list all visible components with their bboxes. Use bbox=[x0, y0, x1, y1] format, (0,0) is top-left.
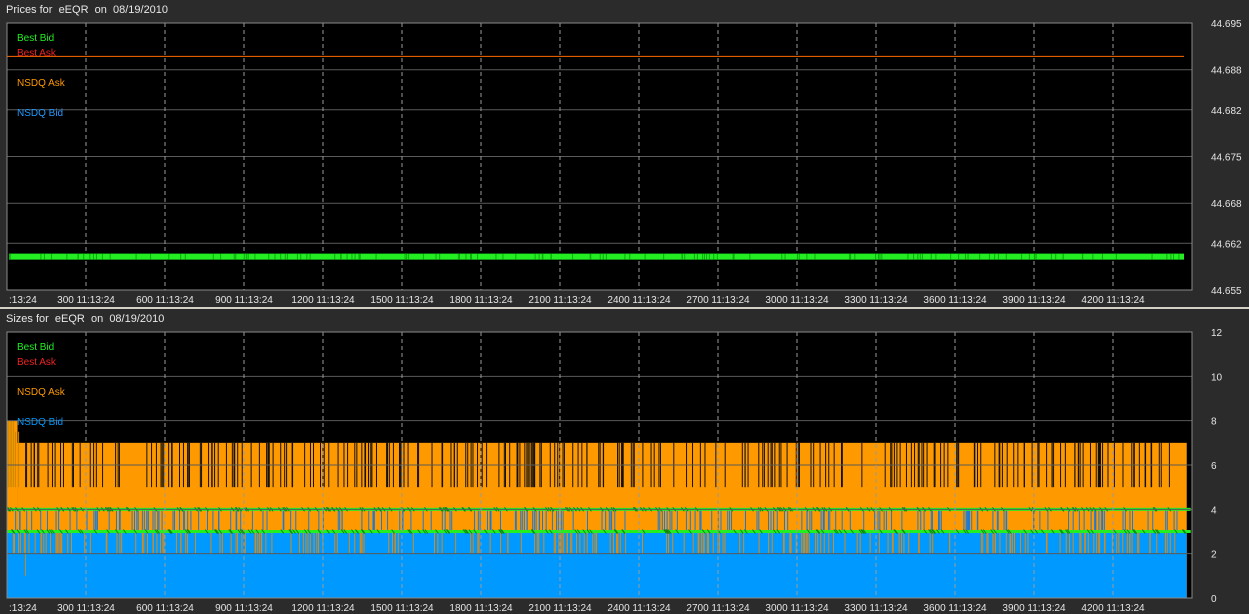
sizes-x-tick-label: 1200 11:13:24 bbox=[291, 603, 355, 614]
sizes-x-tick-label: 900 11:13:24 bbox=[215, 603, 273, 614]
prices-legend-best-ask: Best Ask bbox=[17, 48, 57, 59]
prices-y-tick-label: 44.662 bbox=[1211, 239, 1242, 250]
sizes-x-tick-label: 4200 11:13:24 bbox=[1081, 603, 1145, 614]
prices-x-tick-label: 300 11:13:24 bbox=[57, 295, 115, 306]
sizes-y-tick-label: 2 bbox=[1211, 550, 1217, 561]
sizes-y-tick-label: 6 bbox=[1211, 461, 1217, 472]
sizes-chart-panel: Sizes for eEQR on 08/19/2010 12 10 8 6 4 2 0:1… bbox=[0, 309, 1249, 614]
prices-y-tick-label: 44.655 bbox=[1211, 286, 1242, 297]
sizes-x-tick-label: :13:24 bbox=[9, 603, 37, 614]
prices-x-tick-label: 4200 11:13:24 bbox=[1081, 295, 1145, 306]
sizes-legend-best-bid: Best Bid bbox=[17, 342, 54, 353]
prices-x-tick-label: 2400 11:13:24 bbox=[607, 295, 671, 306]
sizes-legend-best-ask: Best Ask bbox=[17, 357, 57, 368]
prices-x-tick-label: 3000 11:13:24 bbox=[765, 295, 829, 306]
prices-y-tick-label: 44.695 bbox=[1211, 19, 1242, 30]
prices-x-tick-label: 3900 11:13:24 bbox=[1002, 295, 1066, 306]
sizes-x-tick-label: 2400 11:13:24 bbox=[607, 603, 671, 614]
prices-chart-panel: Prices for eEQR on 08/19/2010 44.695 44.6… bbox=[0, 0, 1249, 307]
prices-x-tick-label: 2700 11:13:24 bbox=[686, 295, 750, 306]
prices-y-tick-label: 44.675 bbox=[1211, 153, 1242, 164]
prices-x-tick-label: 1200 11:13:24 bbox=[291, 295, 355, 306]
sizes-x-tick-label: 2700 11:13:24 bbox=[686, 603, 750, 614]
sizes-y-tick-label: 12 bbox=[1211, 328, 1223, 339]
sizes-y-tick-label: 0 bbox=[1211, 594, 1217, 605]
prices-x-tick-label: 900 11:13:24 bbox=[215, 295, 273, 306]
prices-y-tick-label: 44.688 bbox=[1211, 66, 1242, 77]
sizes-y-tick-label: 10 bbox=[1211, 372, 1223, 383]
prices-chart: 44.695 44.688 44.682 44.675 44.668 44.662 44.6… bbox=[6, 19, 1242, 306]
sizes-y-tick-label: 8 bbox=[1211, 417, 1217, 428]
prices-x-tick-label: 2100 11:13:24 bbox=[528, 295, 592, 306]
prices-x-tick-label: 3300 11:13:24 bbox=[844, 295, 908, 306]
sizes-legend-nsdq-ask: NSDQ Ask bbox=[17, 387, 66, 398]
sizes-x-tick-label: 600 11:13:24 bbox=[136, 603, 194, 614]
prices-x-tick-label: 1800 11:13:24 bbox=[449, 295, 513, 306]
sizes-chart: 12 10 8 6 4 2 0 :13:24 300 11:13:24 600 11:13:24 9… bbox=[5, 328, 1223, 614]
prices-x-tick-label: 3600 11:13:24 bbox=[923, 295, 987, 306]
sizes-series-best-bid-level-3 bbox=[7, 530, 1191, 533]
sizes-x-tick-label: 300 11:13:24 bbox=[57, 603, 115, 614]
prices-y-tick-label: 44.668 bbox=[1211, 199, 1242, 210]
sizes-legend-nsdq-bid: NSDQ Bid bbox=[17, 417, 63, 428]
prices-x-tick-label: 1500 11:13:24 bbox=[370, 295, 434, 306]
sizes-y-tick-label: 4 bbox=[1211, 505, 1217, 516]
sizes-x-tick-label: 2100 11:13:24 bbox=[528, 603, 592, 614]
prices-legend-nsdq-ask: NSDQ Ask bbox=[17, 78, 66, 89]
prices-legend-best-bid: Best Bid bbox=[17, 33, 54, 44]
sizes-x-tick-label: 1800 11:13:24 bbox=[449, 603, 513, 614]
sizes-x-tick-label: 3600 11:13:24 bbox=[923, 603, 987, 614]
sizes-x-tick-label: 3300 11:13:24 bbox=[844, 603, 908, 614]
prices-x-tick-label: :13:24 bbox=[9, 295, 37, 306]
sizes-x-tick-label: 1500 11:13:24 bbox=[370, 603, 434, 614]
sizes-x-tick-label: 3000 11:13:24 bbox=[765, 603, 829, 614]
prices-x-tick-label: 600 11:13:24 bbox=[136, 295, 194, 306]
sizes-x-tick-label: 3900 11:13:24 bbox=[1002, 603, 1066, 614]
prices-y-tick-label: 44.682 bbox=[1211, 106, 1242, 117]
prices-legend-nsdq-bid: NSDQ Bid bbox=[17, 108, 63, 119]
